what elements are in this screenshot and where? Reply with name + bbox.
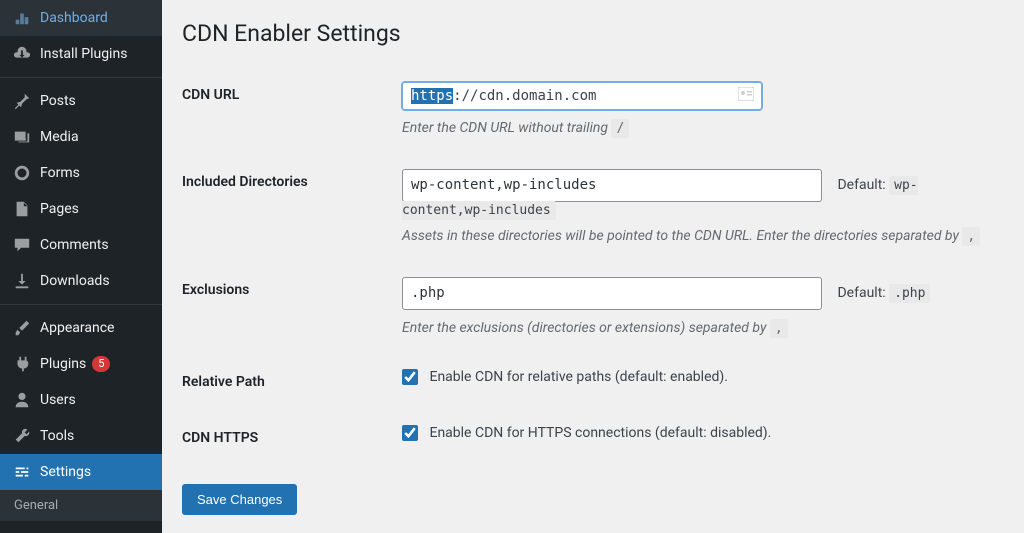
settings-content: CDN Enabler Settings CDN URL https://cdn… <box>162 0 1024 533</box>
exclusions-label: Exclusions <box>182 262 402 354</box>
sidebar-item-label: Users <box>40 392 76 408</box>
sidebar-item-label: Pages <box>40 201 79 217</box>
sidebar-item-label: Comments <box>40 237 109 253</box>
page-icon <box>12 199 32 219</box>
pin-icon <box>12 91 32 111</box>
cdn-url-label: CDN URL <box>182 67 402 154</box>
download-icon <box>12 271 32 291</box>
relative-checkbox-label[interactable]: Enable CDN for relative paths (default: … <box>402 369 728 385</box>
sidebar-item-posts[interactable]: Posts <box>0 83 162 119</box>
sidebar-item-label: Tools <box>40 428 74 444</box>
cdn-url-input[interactable]: https://cdn.domain.com <box>402 82 762 110</box>
exclusions-help: Enter the exclusions (directories or ext… <box>402 320 994 336</box>
sidebar-item-appearance[interactable]: Appearance <box>0 310 162 346</box>
sidebar-item-media[interactable]: Media <box>0 119 162 155</box>
https-label: CDN HTTPS <box>182 410 402 466</box>
included-dirs-input[interactable] <box>402 169 822 202</box>
sidebar-item-label: Plugins <box>40 356 86 372</box>
wrench-icon <box>12 426 32 446</box>
https-checkbox[interactable] <box>402 425 418 441</box>
sidebar-item-label: Media <box>40 129 79 145</box>
relative-label: Relative Path <box>182 354 402 410</box>
media-icon <box>12 127 32 147</box>
comment-icon <box>12 235 32 255</box>
admin-sidebar: Dashboard Install Plugins Posts Media Fo… <box>0 0 162 533</box>
sidebar-item-forms[interactable]: Forms <box>0 155 162 191</box>
user-icon <box>12 390 32 410</box>
sidebar-item-label: Dashboard <box>40 10 108 26</box>
included-label: Included Directories <box>182 154 402 262</box>
download-icon <box>12 44 32 64</box>
brush-icon <box>12 318 32 338</box>
sidebar-item-label: Posts <box>40 93 76 109</box>
sidebar-item-settings[interactable]: Settings <box>0 454 162 490</box>
sidebar-item-label: Downloads <box>40 273 110 289</box>
settings-icon <box>12 462 32 482</box>
contact-card-icon <box>738 87 754 105</box>
sidebar-item-downloads[interactable]: Downloads <box>0 263 162 299</box>
sidebar-item-label: Settings <box>40 464 91 480</box>
sidebar-item-pages[interactable]: Pages <box>0 191 162 227</box>
sidebar-item-comments[interactable]: Comments <box>0 227 162 263</box>
relative-checkbox[interactable] <box>402 369 418 385</box>
sidebar-item-dashboard[interactable]: Dashboard <box>0 0 162 36</box>
sidebar-item-install-plugins[interactable]: Install Plugins <box>0 36 162 72</box>
forms-icon <box>12 163 32 183</box>
dashboard-icon <box>12 8 32 28</box>
sidebar-item-plugins[interactable]: Plugins 5 <box>0 346 162 382</box>
exclusions-input[interactable] <box>402 277 822 310</box>
submenu-label: General <box>14 498 58 513</box>
plug-icon <box>12 354 32 374</box>
page-title: CDN Enabler Settings <box>182 20 1004 47</box>
sidebar-item-label: Install Plugins <box>40 46 127 62</box>
exclusions-default: Default: .php <box>837 285 930 301</box>
sidebar-item-tools[interactable]: Tools <box>0 418 162 454</box>
sidebar-submenu-general[interactable]: General <box>0 490 162 521</box>
sidebar-item-label: Appearance <box>40 320 114 336</box>
included-help: Assets in these directories will be poin… <box>402 228 994 244</box>
https-checkbox-label[interactable]: Enable CDN for HTTPS connections (defaul… <box>402 425 771 441</box>
cdn-url-help: Enter the CDN URL without trailing / <box>402 120 994 136</box>
save-button[interactable]: Save Changes <box>182 484 297 515</box>
sidebar-item-label: Forms <box>40 165 80 181</box>
plugins-badge: 5 <box>92 356 110 372</box>
sidebar-item-users[interactable]: Users <box>0 382 162 418</box>
